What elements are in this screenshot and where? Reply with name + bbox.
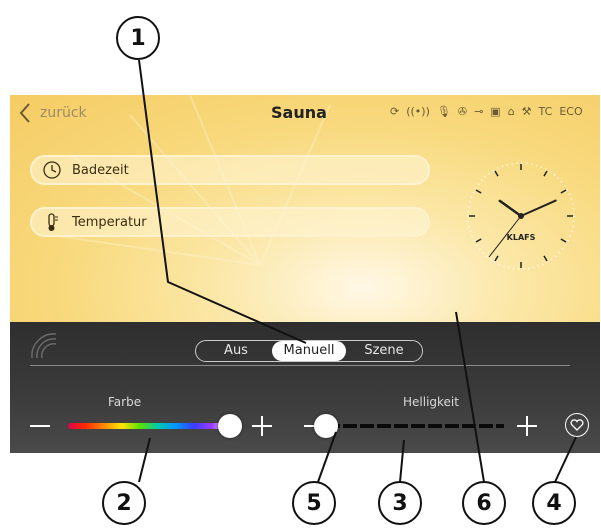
- color-slider-knob[interactable]: [218, 414, 242, 438]
- sauna-panel: zurück Sauna ⟳ ((•)) 🎙 ✇ ⊸ ▣ ⌂ ⚒ TC ECO …: [10, 95, 600, 322]
- bath-time-field[interactable]: Badezeit: [30, 155, 430, 185]
- heart-icon: [570, 419, 584, 431]
- bath-time-label: Badezeit: [72, 162, 129, 178]
- clock-tick: [494, 255, 499, 262]
- callout-number: 4: [546, 490, 562, 516]
- color-slider-track[interactable]: [68, 423, 230, 429]
- color-slider-label: Farbe: [108, 395, 142, 409]
- wireless-icon[interactable]: ((•)): [406, 105, 430, 118]
- brightness-plus-button-vertical: [526, 416, 528, 436]
- sauna-control-screen: zurück Sauna ⟳ ((•)) 🎙 ✇ ⊸ ▣ ⌂ ⚒ TC ECO …: [10, 95, 600, 453]
- hour-hand: [498, 199, 523, 218]
- thermometer-icon: [48, 213, 58, 231]
- fan-icon[interactable]: ✇: [458, 105, 467, 118]
- brightness-slider-label: Helligkeit: [403, 395, 459, 409]
- callout-3: 3: [378, 481, 422, 525]
- callout-6: 6: [462, 481, 506, 525]
- clock-tick: [543, 255, 548, 262]
- chevron-left-icon: [19, 103, 30, 123]
- temperature-field[interactable]: Temperatur: [30, 207, 430, 237]
- clock-tick: [475, 238, 482, 243]
- sync-icon[interactable]: ⟳: [390, 105, 399, 118]
- clock-icon: [43, 161, 61, 179]
- key-icon[interactable]: ⊸: [474, 105, 483, 118]
- temperature-label: Temperatur: [72, 214, 147, 230]
- callout-number: 2: [116, 490, 132, 516]
- callout-number: 6: [476, 490, 492, 516]
- callout-4: 4: [532, 481, 576, 525]
- wrench-icon[interactable]: ⚒: [522, 105, 532, 118]
- light-mode-scene[interactable]: Szene: [348, 341, 420, 361]
- light-mode-manual[interactable]: Manuell: [272, 341, 346, 361]
- clock-tick: [560, 238, 567, 243]
- rainbow-light-icon: [31, 333, 57, 359]
- clock-tick: [494, 170, 499, 177]
- eco-label[interactable]: ECO: [559, 105, 582, 118]
- microphone-icon[interactable]: 🎙: [437, 105, 451, 118]
- brightness-slider-track[interactable]: [326, 424, 504, 428]
- page-title: Sauna: [271, 103, 327, 122]
- status-bar: ⟳ ((•)) 🎙 ✇ ⊸ ▣ ⌂ ⚒ TC ECO: [390, 105, 583, 118]
- color-plus-button-vertical: [261, 416, 263, 436]
- back-label: zurück: [40, 105, 87, 121]
- lock-icon[interactable]: ⌂: [508, 105, 515, 118]
- callout-5: 5: [292, 481, 336, 525]
- analog-clock: KLAFS: [467, 162, 575, 270]
- tc-label[interactable]: TC: [539, 105, 553, 118]
- favorite-button[interactable]: [565, 413, 589, 437]
- back-button[interactable]: zurück: [18, 100, 87, 126]
- clock-center: [518, 213, 524, 219]
- light-mode-off[interactable]: Aus: [200, 341, 272, 361]
- callout-number: 3: [392, 490, 408, 516]
- clock-tick: [543, 170, 548, 177]
- callout-2: 2: [102, 481, 146, 525]
- device-icon[interactable]: ▣: [490, 105, 500, 118]
- clock-tick: [560, 189, 567, 194]
- minute-hand: [520, 199, 557, 217]
- brightness-slider-knob[interactable]: [314, 414, 338, 438]
- callout-1: 1: [116, 16, 160, 60]
- divider: [30, 365, 570, 366]
- color-minus-button[interactable]: [30, 425, 50, 427]
- light-mode-selector: Aus Manuell Szene: [195, 340, 423, 362]
- callout-number: 5: [306, 490, 322, 516]
- clock-tick: [475, 189, 482, 194]
- callout-number: 1: [130, 25, 146, 51]
- klafs-logo: KLAFS: [507, 233, 536, 242]
